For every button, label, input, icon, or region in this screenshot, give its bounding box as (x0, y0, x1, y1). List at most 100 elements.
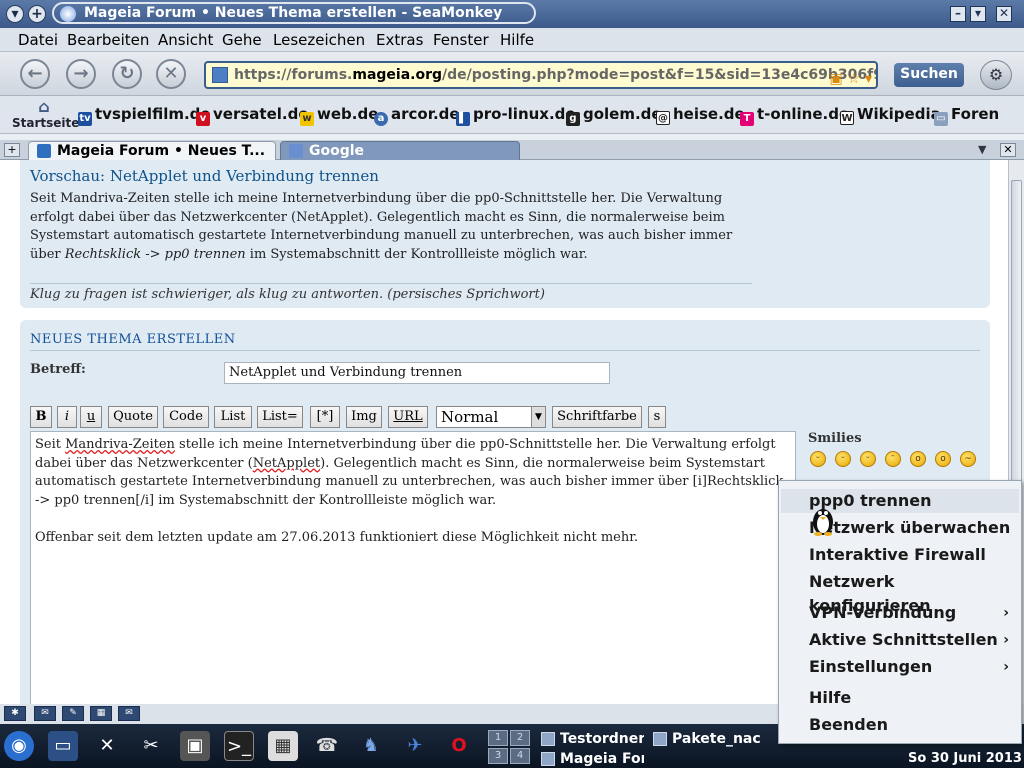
bookmark-tvspielfilm[interactable]: tv tvspielfilm.de (78, 105, 211, 126)
menu-item-settings[interactable]: Einstellungen › (781, 655, 1019, 679)
menu-lesezeichen[interactable]: Lesezeichen (273, 31, 365, 49)
menu-item-interfaces[interactable]: Aktive Schnittstellen › (781, 628, 1019, 652)
reload-icon[interactable]: ↻ (112, 59, 142, 89)
seamonkey-icon (541, 752, 555, 766)
workspace-2[interactable]: 2 (510, 730, 530, 746)
navigator-icon[interactable]: ✱ (4, 706, 26, 721)
bookmark-label: web.de (317, 105, 379, 123)
stop-icon[interactable]: ✕ (156, 59, 186, 89)
mageia-control-center-icon[interactable]: ✕ (92, 731, 122, 761)
list-button[interactable]: List (214, 406, 252, 428)
workspace-4[interactable]: 4 (510, 748, 530, 764)
workspace-3[interactable]: 3 (488, 748, 508, 764)
back-icon[interactable]: ← (20, 59, 50, 89)
bold-button[interactable]: B (30, 406, 52, 428)
underline-button[interactable]: u (80, 406, 102, 428)
phone-icon[interactable]: ☎ (312, 731, 342, 761)
minimize-button[interactable]: – (950, 6, 966, 22)
preview-text-italic: Rechtsklick -> pp0 trennen (64, 246, 246, 262)
post-heading: NEUES THEMA ERSTELLEN (30, 332, 236, 347)
menu-item-help[interactable]: Hilfe (781, 686, 1019, 710)
smiley-grin-icon[interactable]: ᵕ (810, 451, 826, 467)
code-button[interactable]: Code (163, 406, 209, 428)
close-button[interactable]: ✕ (996, 6, 1012, 22)
bookmark-heise[interactable]: @ heise.de (656, 105, 745, 125)
bookmark-arcor[interactable]: a arcor.de (374, 105, 460, 126)
smiley-wink-icon[interactable]: ᵕ (860, 451, 876, 467)
menu-gehe[interactable]: Gehe (222, 31, 262, 49)
rss-icon[interactable]: ▣ ☆ ▾ (829, 67, 872, 87)
tab-google[interactable]: Google (280, 141, 520, 160)
quote-button[interactable]: Quote (108, 406, 158, 428)
bookmark-tonline[interactable]: Tt-online.de (740, 105, 849, 126)
workspace-1[interactable]: 1 (488, 730, 508, 746)
message-editor[interactable]: Seit Mandriva-Zeiten stelle ich meine In… (30, 431, 796, 704)
task-mageia-forum[interactable]: Mageia Foru (538, 750, 644, 768)
preview-text-part: im Systemabschnitt der Kontrollleiste mö… (245, 246, 588, 262)
prefs-icon[interactable]: ⚙ (980, 60, 1012, 90)
list-ordered-button[interactable]: List= (257, 406, 303, 428)
composer-icon[interactable]: ✎ (62, 706, 84, 721)
seamonkey-taskbar-icon[interactable]: ✈ (400, 731, 430, 761)
bookmark-versatel[interactable]: v versatel.de (196, 105, 309, 126)
new-tab-icon[interactable]: + (4, 143, 20, 157)
list-item-button[interactable]: [*] (310, 406, 340, 428)
desktop-icon[interactable]: ▭ (48, 731, 78, 761)
forward-icon[interactable]: → (66, 59, 96, 89)
menu-bearbeiten[interactable]: Bearbeiten (67, 31, 149, 49)
sticky-icon[interactable]: + (28, 5, 46, 23)
chat-icon[interactable]: ✉ (118, 706, 140, 721)
url-button[interactable]: URL (388, 406, 428, 428)
menu-ansicht[interactable]: Ansicht (158, 31, 213, 49)
menu-datei[interactable]: Datei (18, 31, 58, 49)
editor-text: Seit (35, 437, 66, 452)
menu-hilfe[interactable]: Hilfe (500, 31, 534, 49)
menu-extras[interactable]: Extras (376, 31, 423, 49)
menu-fenster[interactable]: Fenster (433, 31, 489, 49)
mail-icon[interactable]: ✉ (34, 706, 56, 721)
bookmark-webde[interactable]: w web.de (300, 105, 378, 126)
subject-input[interactable]: NetApplet und Verbindung trennen (224, 362, 610, 384)
task-pakete[interactable]: Pakete_nac (650, 730, 760, 748)
tab-list-icon[interactable]: ▼ (978, 143, 986, 156)
tape-icon[interactable]: ▣ (180, 731, 210, 761)
tools-icon[interactable]: ✂ (136, 731, 166, 761)
tab-mageia-forum[interactable]: Mageia Forum • Neues T... (28, 141, 276, 160)
url-prefix: https://forums. (234, 67, 353, 83)
bookmark-foren[interactable]: ▭ Foren (934, 105, 999, 126)
smiley-sad-icon[interactable]: ᵔ (885, 451, 901, 467)
network-icon[interactable]: ♞ (356, 731, 386, 761)
menu-item-label: Hilfe (809, 688, 852, 707)
smiley-eek-icon[interactable]: o (935, 451, 951, 467)
bookmark-golem[interactable]: g golem.de (566, 105, 662, 126)
home-button[interactable]: ⌂ Startseite (12, 98, 79, 131)
url-field[interactable]: https://forums.mageia.org/de/posting.php… (204, 61, 878, 89)
font-color-button[interactable]: Schriftfarbe (552, 406, 642, 428)
bookmark-wikipedia[interactable]: W Wikipedia (840, 105, 941, 125)
img-button[interactable]: Img (346, 406, 382, 428)
search-button[interactable]: Suchen (894, 63, 964, 87)
menu-item-configure[interactable]: Netzwerk konfigurieren (781, 570, 1019, 615)
calculator-icon[interactable]: ▦ (268, 731, 298, 761)
smiley-smile-icon[interactable]: ᵕ (835, 451, 851, 467)
chevron-right-icon: › (1003, 659, 1009, 675)
smiley-confused-icon[interactable]: ~ (960, 451, 976, 467)
mageia-favicon (37, 144, 51, 158)
opera-icon[interactable]: O (444, 731, 474, 761)
strike-button[interactable]: s (648, 406, 666, 428)
task-testordner[interactable]: Testordner (538, 730, 644, 748)
addressbook-icon[interactable]: ▦ (90, 706, 112, 721)
bookmark-prolinux[interactable]: ▌ pro-linux.de (456, 105, 576, 126)
terminal-icon[interactable]: >_ (224, 731, 254, 761)
smiley-surprised-icon[interactable]: o (910, 451, 926, 467)
window-menu-icon[interactable]: ▾ (6, 5, 24, 23)
maximize-button[interactable]: ▾ (970, 6, 986, 22)
subject-label: Betreff: (30, 362, 86, 377)
start-menu-icon[interactable]: ◉ (4, 731, 34, 761)
menu-item-quit[interactable]: Beenden (781, 713, 1019, 737)
font-size-select[interactable]: Normal ▼ (436, 406, 546, 428)
menu-item-firewall[interactable]: Interaktive Firewall (781, 543, 1019, 567)
close-tab-icon[interactable]: ✕ (1000, 143, 1016, 157)
italic-button[interactable]: i (57, 406, 77, 428)
menu-item-vpn[interactable]: VPN-Verbindung › (781, 601, 1019, 625)
